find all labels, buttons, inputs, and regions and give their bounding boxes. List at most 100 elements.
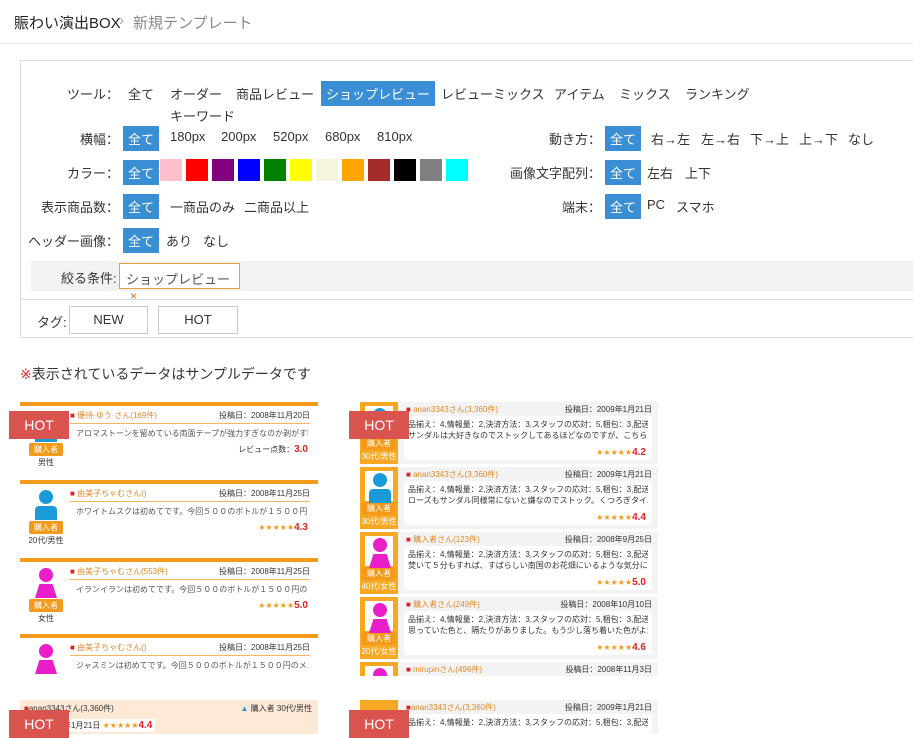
motion-option-btt[interactable]: 下→上 (745, 126, 794, 151)
color-swatch[interactable] (446, 159, 468, 181)
layout-option-lr[interactable]: 左右 (642, 160, 678, 185)
tag-new-button[interactable]: NEW (69, 306, 148, 334)
width-label: 横幅： (79, 132, 119, 147)
review-header: ■ 由美子ちゃむさん() 投稿日：2008年11月25日 (70, 488, 310, 502)
condition-chip-label: ショップレビュー (126, 272, 231, 287)
reviewer-name: 由美子ちゃむさん() (77, 643, 147, 652)
color-swatch[interactable] (420, 159, 442, 181)
buyer-badge: 購入者 (29, 599, 63, 612)
review-text: アロマストーンを留めている両面テープが強力すぎなのか剥がす時に１個割 (76, 429, 308, 438)
header-image-option-all[interactable]: 全て (123, 228, 160, 253)
layout-option-all[interactable]: 全て (605, 160, 642, 185)
review-score: ★★★★★4.4 (596, 512, 646, 523)
review-date: 投稿日：2008年11月20日 (219, 411, 310, 420)
width-option-200[interactable]: 200px (216, 126, 261, 147)
reviewer-name: anan3343さん(3,360件) (413, 405, 499, 414)
template-card-left[interactable]: 購入者 男性 ■ 優待·ゆう·さん(169件) 投稿日：2008年11月20日 アロマス… (20, 402, 318, 676)
tool-option-item[interactable]: アイテム (549, 81, 610, 106)
review-score: ★★★★★5.0 (596, 577, 646, 588)
motion-option-all[interactable]: 全て (605, 126, 642, 151)
color-swatch[interactable] (238, 159, 260, 181)
review-ratings: 品揃え：4,情報量：2,決済方法：3,スタッフの応対：5,梱包：3,配送：4 (408, 485, 648, 494)
score-value: 3.0 (294, 444, 308, 455)
score-value: 4.4 (632, 512, 646, 523)
buyer-badge: 購入者 (362, 632, 396, 645)
layout-option-tb[interactable]: 上下 (680, 160, 716, 185)
review-score: ★★★★★4.3 (258, 522, 308, 533)
tool-option-keyword[interactable]: キーワード (165, 103, 240, 128)
reviewer-avatar: 購入者 女性 (26, 568, 66, 624)
sample-data-note: ※表示されているデータはサンプルデータです (20, 364, 311, 384)
header-image-option-no[interactable]: なし (198, 228, 234, 253)
reviewer-demographic: 40代/女性 (361, 582, 397, 591)
review-date: 投稿日：2008年11月25日 (219, 489, 310, 498)
device-label: 端末： (561, 200, 601, 215)
tag-hot-button[interactable]: HOT (158, 306, 238, 334)
color-swatch[interactable] (368, 159, 390, 181)
width-option-180[interactable]: 180px (165, 126, 210, 147)
reviewer-avatar: 購入者 20代/女性 (360, 597, 398, 659)
header-image-option-yes[interactable]: あり (161, 228, 197, 253)
count-option-single[interactable]: 一商品のみ (165, 194, 240, 219)
review-score: ★★★★★5.0 (258, 600, 308, 611)
color-swatch[interactable] (264, 159, 286, 181)
review-header: ■ mirupinさん(496件) 投稿日：2008年11月3日 (406, 664, 652, 675)
review-header: ■ anan3343さん(3,360件) 投稿日：2009年1月21日 (406, 469, 652, 480)
motion-option-none[interactable]: なし (843, 126, 879, 151)
review-item: 購入者 20代/女性 ■ 購入者さん(249件) 投稿日：2008年10月10日 品揃え… (360, 597, 658, 659)
color-swatch[interactable] (394, 159, 416, 181)
review-ratings: 品揃え：4,情報量：2,決済方法：3,スタッフの応対：5,梱包：3,配送：4 (408, 550, 648, 559)
reviewer-name: 由美子ちゃむさん() (77, 489, 147, 498)
score-label: レビュー点数： (238, 445, 295, 454)
tool-option-product-review[interactable]: 商品レビュー (231, 81, 319, 106)
reviewer-demographic: 30代/男性 (361, 517, 397, 526)
tool-option-ranking[interactable]: ランキング (680, 81, 755, 106)
device-option-all[interactable]: 全て (605, 194, 642, 219)
motion-option-rtl[interactable]: 右→左 (646, 126, 695, 151)
tool-option-shop-review[interactable]: ショップレビュー (321, 81, 436, 106)
buyer-badge: 購入者 (362, 502, 396, 515)
review-date: 投稿日：2008年11月3日 (565, 665, 652, 674)
female-avatar-icon (365, 538, 395, 568)
review-header: ■ 由美子ちゃむさん() 投稿日：2008年11月25日 (70, 642, 310, 656)
color-option-all[interactable]: 全て (123, 160, 160, 185)
review-date: 投稿日：2008年11月25日 (219, 643, 310, 652)
width-option-520[interactable]: 520px (268, 126, 313, 147)
motion-option-ltr[interactable]: 左→右 (696, 126, 745, 151)
user-icon: ■ (406, 600, 411, 609)
width-option-all[interactable]: 全て (123, 126, 160, 151)
tool-option-review-mix[interactable]: レビューミックス (436, 81, 550, 106)
color-swatch[interactable] (186, 159, 208, 181)
breadcrumb-current[interactable]: 新規テンプレート (133, 12, 253, 33)
review-text: ローズもサンダル同様常にないと嫌なのでストック。くつろぎタイムに欠かせ (408, 496, 648, 505)
color-swatch[interactable] (212, 159, 234, 181)
score-value: 4.3 (294, 522, 308, 533)
motion-option-ttb[interactable]: 上→下 (794, 126, 843, 151)
review-bubble: 品揃え：4,情報量：2,決済方法：3,スタッフの応対：5,梱包：3,配送：4 サン… (404, 416, 652, 460)
buyer-badge: 購入者 (29, 521, 63, 534)
width-option-680[interactable]: 680px (320, 126, 365, 147)
review-header: ■ 由美子ちゃむさん(553件) 投稿日：2008年11月25日 (70, 566, 310, 580)
device-option-sp[interactable]: スマホ (671, 194, 720, 219)
tool-option-mix[interactable]: ミックス (614, 81, 676, 106)
count-option-all[interactable]: 全て (123, 194, 160, 219)
device-option-pc[interactable]: PC (642, 194, 670, 215)
bottom-left-buyer: ▲ 購入者 30代/男性 (241, 703, 313, 714)
tool-option-all[interactable]: 全て (123, 81, 159, 106)
color-swatch[interactable] (160, 159, 182, 181)
conditions-label: 絞る条件: (61, 271, 117, 286)
bottom-right-bubble: 品揃え：4,情報量：2,決済方法：3,スタッフの応対：5,梱包：3,配送：4 (404, 714, 652, 734)
review-text: ジャスミンは初めてです。今回５００のボトルが１５００円のメルマガ版い (76, 661, 308, 670)
reviewer-avatar (26, 644, 66, 674)
color-swatch[interactable] (316, 159, 338, 181)
color-swatch[interactable] (342, 159, 364, 181)
reviewer-avatar: 購入者 40代/女性 (360, 532, 398, 594)
width-option-810[interactable]: 810px (372, 126, 417, 147)
breadcrumb-separator: › (119, 12, 124, 29)
template-card-right[interactable]: 購入者 30代/男性 ■ anan3343さん(3,360件) 投稿日：2009年1月… (360, 402, 658, 676)
count-option-multi[interactable]: 二商品以上 (239, 194, 314, 219)
bottom-right-line1: 品揃え：4,情報量：2,決済方法：3,スタッフの応対：5,梱包：3,配送：4 (408, 718, 648, 727)
reviewer-name: 購入者さん(249件) (413, 600, 480, 609)
color-swatch[interactable] (290, 159, 312, 181)
bottom-left-score: 4.4 (138, 720, 153, 731)
